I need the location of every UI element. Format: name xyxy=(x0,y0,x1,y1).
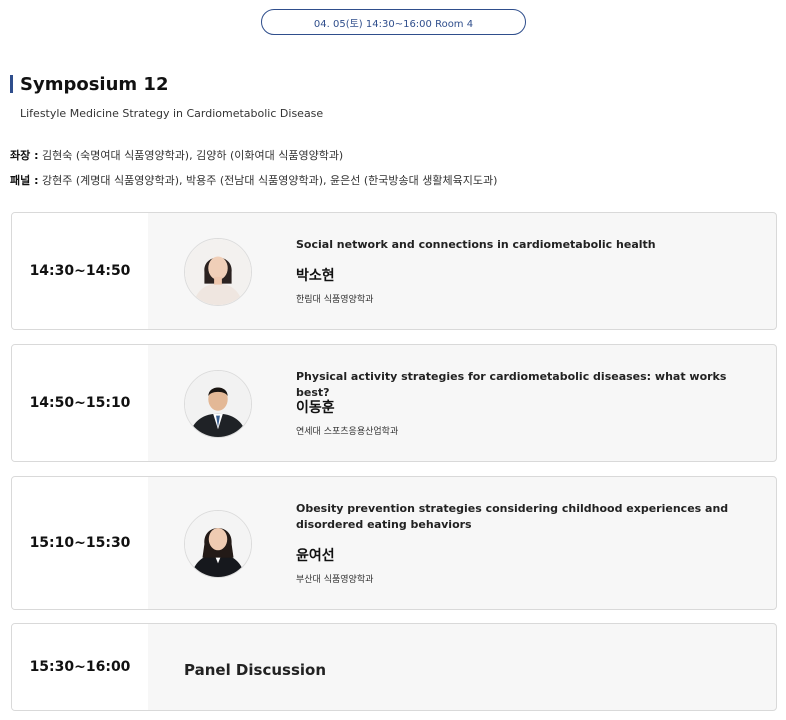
chairs-line: 좌장 : 김현숙 (숙명여대 식품영양학과), 김양하 (이화여대 식품영양학과… xyxy=(10,147,343,163)
speaker-photo-icon xyxy=(184,510,252,578)
session-card: 14:50~15:10 Physical activity strategies… xyxy=(11,344,777,462)
talk-title: Social network and connections in cardio… xyxy=(296,238,656,251)
speaker-affiliation: 연세대 스포츠응용산업학과 xyxy=(296,427,399,437)
speaker-name: 박소현 xyxy=(296,268,335,284)
symposium-title: Symposium 12 xyxy=(10,73,169,95)
talk-title: Physical activity strategies for cardiom… xyxy=(296,370,727,399)
title-accent-bar xyxy=(10,75,13,93)
speaker-affiliation: 부산대 식품영양학과 xyxy=(296,575,374,585)
chairs-label: 좌장 : xyxy=(10,149,39,162)
panel-line: 패널 : 강현주 (계명대 식품영양학과), 박용주 (전남대 식품영양학과),… xyxy=(10,172,497,188)
talk-title: Obesity prevention strategies considerin… xyxy=(296,502,729,531)
panel-discussion-label: Panel Discussion xyxy=(184,661,327,679)
symposium-subtitle: Lifestyle Medicine Strategy in Cardiomet… xyxy=(20,107,324,120)
panel-names: 강현주 (계명대 식품영양학과), 박용주 (전남대 식품영양학과), 윤은선 … xyxy=(38,174,498,187)
speaker-photo-icon xyxy=(184,370,252,438)
speaker-name: 윤여선 xyxy=(296,548,335,564)
session-time: 15:30~16:00 xyxy=(12,624,148,710)
session-card: 15:10~15:30 Obesity prevention strategie… xyxy=(11,476,777,610)
session-time: 14:50~15:10 xyxy=(12,345,148,461)
speaker-affiliation: 한림대 식품영양학과 xyxy=(296,295,374,305)
session-time: 15:10~15:30 xyxy=(12,477,148,609)
panel-label: 패널 : xyxy=(10,174,39,187)
speaker-photo-icon xyxy=(184,238,252,306)
session-card: 14:30~14:50 Social network and connectio… xyxy=(11,212,777,330)
symposium-title-text: Symposium 12 xyxy=(20,73,169,95)
session-card: 15:30~16:00 Panel Discussion xyxy=(11,623,777,711)
speaker-name: 이동훈 xyxy=(296,400,335,416)
session-time: 14:30~14:50 xyxy=(12,213,148,329)
session-date-time-room: 04. 05(토) 14:30~16:00 Room 4 xyxy=(261,9,526,35)
chairs-names: 김현숙 (숙명여대 식품영양학과), 김양하 (이화여대 식품영양학과) xyxy=(38,149,344,162)
